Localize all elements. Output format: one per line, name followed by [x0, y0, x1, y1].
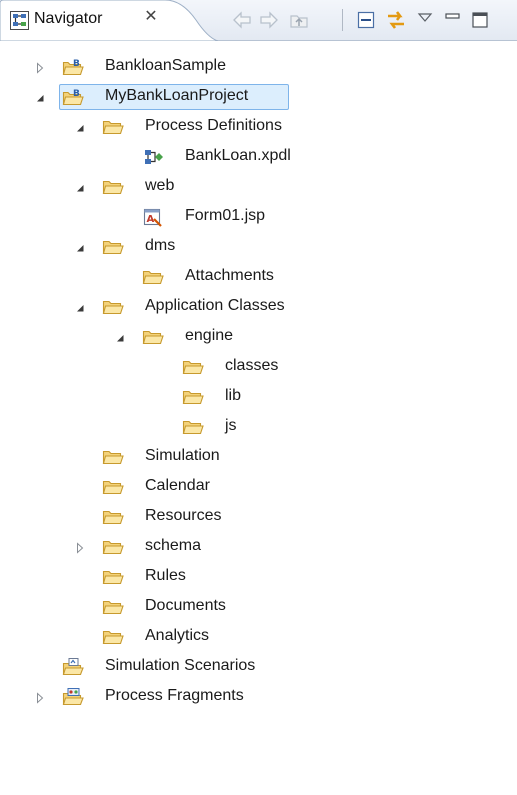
tree-item[interactable]: Analytics [0, 622, 517, 652]
tree-item-label: MyBankLoanProject [105, 87, 249, 104]
expand-arrow-icon[interactable] [34, 691, 46, 704]
svg-text:A: A [147, 214, 155, 225]
expand-arrow-icon[interactable] [34, 61, 46, 74]
tree-item-label: Application Classes [145, 297, 285, 314]
tree-item-label: Attachments [185, 267, 274, 284]
close-icon[interactable]: ✕ [142, 8, 160, 26]
tree-item[interactable]: Resources [0, 502, 517, 532]
tree-item-label: BankLoan.xpdl [185, 147, 291, 164]
tree-item-label: Form01.jsp [185, 207, 266, 224]
tree-item[interactable]: Simulation [0, 442, 517, 472]
svg-text:B: B [73, 59, 80, 69]
tree-item-label: classes [225, 357, 279, 374]
tree-item-label: Resources [145, 507, 222, 524]
tree-item[interactable]: BankLoan.xpdl [0, 142, 517, 172]
triangle-down-icon[interactable] [415, 10, 437, 30]
tree-item-label: js [225, 417, 237, 434]
view-title-bar: Navigator ✕ [0, 0, 517, 41]
tree-item[interactable]: Documents [0, 592, 517, 622]
folder-icon [102, 297, 124, 317]
folder-icon [102, 507, 124, 527]
go-up-icon[interactable] [289, 10, 311, 30]
folder-icon [182, 417, 204, 437]
tree-item[interactable]: js [0, 412, 517, 442]
jsp-file-icon: A [142, 207, 164, 227]
folder-icon [102, 567, 124, 587]
collapse-arrow-icon[interactable] [74, 301, 86, 313]
tree-item-label: Analytics [145, 627, 210, 644]
tree-item[interactable]: web [0, 172, 517, 202]
navigator-tree[interactable]: B BankloanSample B MyBankLoanProject Process… [0, 40, 517, 795]
view-title: Navigator [34, 10, 103, 27]
folder-icon [102, 597, 124, 617]
tree-item[interactable]: Rules [0, 562, 517, 592]
navigator-tab[interactable]: Navigator ✕ [0, 0, 218, 41]
tree-item[interactable]: engine [0, 322, 517, 352]
tree-item-label: BankloanSample [105, 57, 226, 74]
fragments-project-icon [62, 687, 84, 707]
folder-icon [102, 177, 124, 197]
tree-item-label: Calendar [145, 477, 210, 494]
tree-item-label: Simulation [145, 447, 220, 464]
tree-item-label: Documents [145, 597, 226, 614]
folder-icon [102, 237, 124, 257]
collapse-arrow-icon[interactable] [34, 91, 46, 103]
minimize-icon[interactable] [443, 10, 465, 30]
folder-icon [182, 387, 204, 407]
tree-item-label: Process Definitions [145, 117, 282, 134]
navigator-view-icon [10, 11, 29, 30]
tree-item[interactable]: Application Classes [0, 292, 517, 322]
tree-item-label: Rules [145, 567, 186, 584]
svg-text:B: B [73, 89, 80, 99]
collapse-arrow-icon[interactable] [74, 121, 86, 133]
tree-item[interactable]: Process Definitions [0, 112, 517, 142]
tree-item[interactable]: B BankloanSample [0, 52, 517, 82]
tree-item-label: Simulation Scenarios [105, 657, 256, 674]
link-icon[interactable] [385, 10, 407, 30]
simulation-project-icon [62, 657, 84, 677]
tree-item[interactable]: Attachments [0, 262, 517, 292]
tree-item[interactable]: lib [0, 382, 517, 412]
maximize-icon[interactable] [470, 10, 492, 30]
tree-item[interactable]: B MyBankLoanProject [0, 82, 517, 112]
folder-icon [182, 357, 204, 377]
tree-item[interactable]: dms [0, 232, 517, 262]
toolbar-separator [342, 9, 343, 31]
project-icon: B [62, 87, 84, 107]
tree-item-label: lib [225, 387, 242, 404]
tree-item[interactable]: Process Fragments [0, 682, 517, 712]
folder-icon [142, 327, 164, 347]
folder-icon [102, 537, 124, 557]
tree-item[interactable]: schema [0, 532, 517, 562]
collapse-all-icon[interactable] [356, 10, 378, 30]
collapse-arrow-icon[interactable] [74, 181, 86, 193]
tree-item[interactable]: Simulation Scenarios [0, 652, 517, 682]
arrow-right-icon[interactable] [258, 10, 280, 30]
xpdl-file-icon [142, 147, 164, 167]
collapse-arrow-icon[interactable] [74, 241, 86, 253]
tab-background [0, 0, 218, 41]
folder-icon [102, 117, 124, 137]
project-icon: B [62, 57, 84, 77]
folder-icon [142, 267, 164, 287]
tree-item-label: web [145, 177, 175, 194]
tree-item[interactable]: A Form01.jsp [0, 202, 517, 232]
folder-icon [102, 447, 124, 467]
arrow-left-icon[interactable] [231, 10, 253, 30]
collapse-arrow-icon[interactable] [114, 331, 126, 343]
tree-item-label: schema [145, 537, 202, 554]
tree-item-label: Process Fragments [105, 687, 244, 704]
folder-icon [102, 477, 124, 497]
tree-item-label: dms [145, 237, 176, 254]
expand-arrow-icon[interactable] [74, 541, 86, 554]
folder-icon [102, 627, 124, 647]
tree-item[interactable]: Calendar [0, 472, 517, 502]
tree-item-label: engine [185, 327, 234, 344]
tree-item[interactable]: classes [0, 352, 517, 382]
